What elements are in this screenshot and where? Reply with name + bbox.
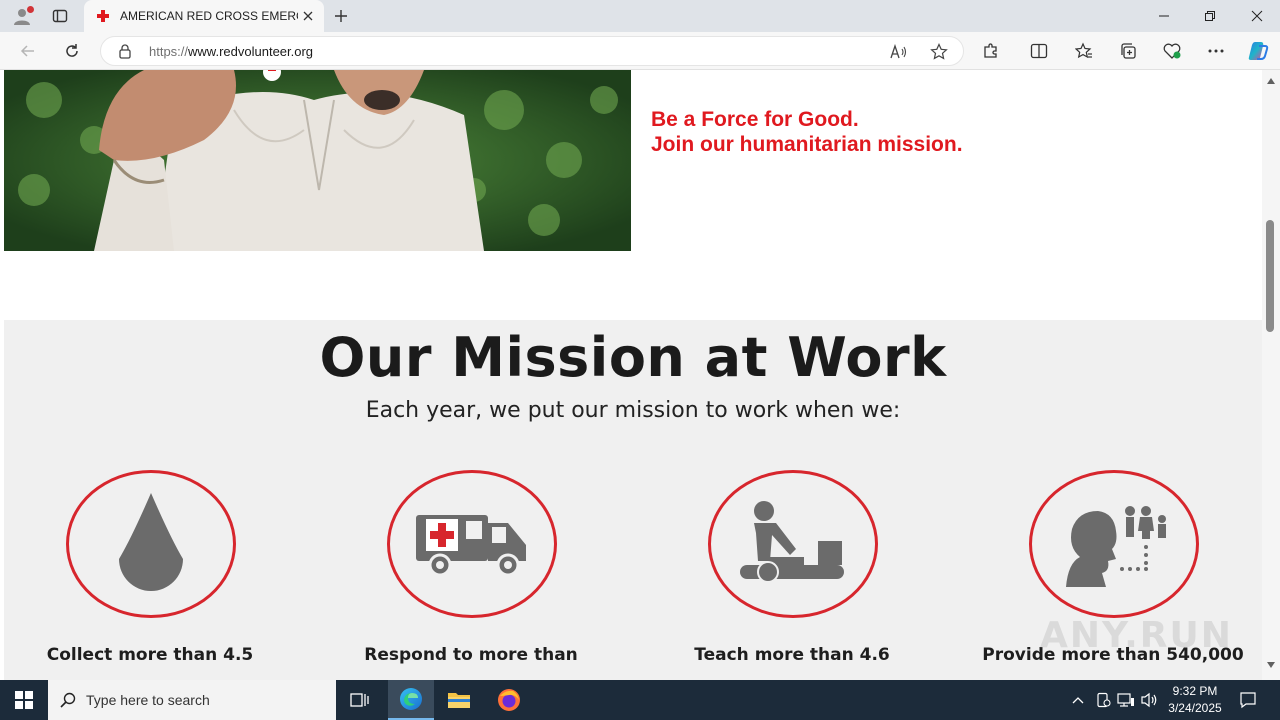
tab-actions-button[interactable]: [46, 4, 74, 28]
star-icon: [930, 43, 948, 60]
taskbar-clock[interactable]: 9:32 PM 3/24/2025: [1160, 683, 1230, 717]
triangle-down-icon: [1267, 662, 1275, 668]
mission-circle-cpr: [708, 470, 878, 618]
profile-notification-dot: [27, 6, 34, 13]
minimize-button[interactable]: [1141, 0, 1187, 32]
lock-icon: [119, 44, 131, 59]
tab-close-button[interactable]: [300, 8, 316, 24]
new-tab-button[interactable]: [330, 5, 352, 27]
address-bar[interactable]: https://www.redvolunteer.org: [100, 36, 964, 66]
restore-icon: [1205, 11, 1215, 21]
scroll-down-button[interactable]: [1264, 658, 1278, 672]
profile-button[interactable]: [8, 4, 36, 28]
mission-circle-blood: [66, 470, 236, 618]
cpr-icon: [740, 501, 844, 583]
collections-icon: [1121, 43, 1136, 59]
task-view-icon: [350, 693, 369, 707]
heart-pulse-icon: [1163, 43, 1181, 59]
taskbar-search[interactable]: Type here to search: [48, 680, 336, 720]
red-cross-favicon-icon: [97, 10, 109, 22]
mission-circle-services: [1029, 470, 1199, 618]
read-aloud-button[interactable]: [887, 40, 911, 64]
task-view-button[interactable]: [337, 680, 383, 720]
hero-tagline: Be a Force for Good. Join our humanitari…: [651, 107, 963, 157]
tab-title: AMERICAN RED CROSS EMERGENCY: [120, 9, 298, 23]
copilot-button[interactable]: [1244, 37, 1272, 65]
tab-strip: AMERICAN RED CROSS EMERGENCY: [0, 0, 1280, 32]
minimize-icon: [1159, 15, 1169, 17]
browser-toolbar: https://www.redvolunteer.org: [0, 32, 1280, 70]
taskbar-edge[interactable]: [388, 680, 434, 720]
mission-stat-cpr: Teach more than 4.6: [694, 645, 890, 665]
refresh-icon: [66, 44, 78, 57]
blood-drop-icon: [119, 493, 183, 591]
browser-essentials-button[interactable]: [1158, 37, 1186, 65]
collections-button[interactable]: [1114, 37, 1142, 65]
network-icon: [1117, 693, 1134, 707]
url-scheme: https://: [149, 44, 189, 59]
url-host: www.redvolunteer.org: [188, 44, 314, 59]
split-screen-button[interactable]: [1025, 37, 1053, 65]
family-services-icon: [1066, 506, 1166, 587]
hero-photo-illustration: [4, 70, 631, 251]
favorite-button[interactable]: [927, 40, 951, 64]
copilot-icon: [1248, 42, 1269, 60]
split-screen-icon: [1030, 43, 1048, 59]
search-icon: [60, 692, 76, 708]
ambulance-icon: [416, 515, 526, 577]
triangle-up-icon: [1267, 78, 1275, 84]
tray-volume-button[interactable]: [1140, 690, 1160, 710]
hero-photo: [4, 70, 631, 251]
scrollbar-thumb[interactable]: [1266, 220, 1274, 332]
clock-date: 3/24/2025: [1168, 701, 1222, 715]
page-viewport: Be a Force for Good. Join our humanitari…: [0, 70, 1280, 680]
folder-icon: [448, 693, 470, 708]
more-dots-icon: [1208, 49, 1224, 53]
read-aloud-icon: [890, 44, 907, 59]
taskbar: Type here to search 9:32 PM 3/24/2025: [0, 680, 1280, 720]
taskbar-file-explorer[interactable]: [436, 680, 482, 720]
tab-actions-icon: [52, 9, 68, 23]
back-button[interactable]: [14, 37, 42, 65]
start-button[interactable]: [0, 680, 48, 720]
refresh-button[interactable]: [58, 37, 86, 65]
mission-stat-ambulance: Respond to more than: [364, 645, 578, 665]
hero-line-1: Be a Force for Good.: [651, 108, 859, 131]
edge-icon: [400, 688, 422, 710]
tray-device-button[interactable]: [1093, 690, 1113, 710]
vertical-scrollbar[interactable]: [1262, 70, 1280, 680]
favorites-button[interactable]: [1070, 37, 1098, 65]
windows-logo-icon: [15, 691, 33, 709]
speaker-icon: [1141, 692, 1157, 708]
active-tab[interactable]: AMERICAN RED CROSS EMERGENCY: [84, 0, 324, 32]
firefox-icon: [498, 689, 520, 711]
settings-menu-button[interactable]: [1202, 37, 1230, 65]
device-icon: [1097, 692, 1111, 708]
show-hidden-icons-button[interactable]: [1068, 690, 1088, 710]
tray-network-button[interactable]: [1116, 690, 1136, 710]
mission-title: Our Mission at Work: [319, 326, 947, 389]
clock-time: 9:32 PM: [1172, 684, 1218, 698]
close-window-button[interactable]: [1234, 0, 1280, 32]
watermark: ANY.RUN: [1040, 615, 1233, 656]
mission-stat-blood: Collect more than 4.5: [46, 645, 254, 665]
taskbar-firefox[interactable]: [486, 680, 532, 720]
plus-icon: [335, 10, 347, 22]
search-placeholder: Type here to search: [86, 692, 210, 708]
restore-button[interactable]: [1187, 0, 1233, 32]
scroll-up-button[interactable]: [1264, 74, 1278, 88]
close-icon: [1251, 10, 1263, 22]
puzzle-icon: [984, 43, 997, 58]
chevron-up-icon: [1072, 697, 1084, 704]
extensions-button[interactable]: [977, 37, 1005, 65]
mission-subtitle: Each year, we put our mission to work wh…: [365, 398, 901, 423]
favorites-star-icon: [1075, 42, 1092, 59]
arrow-left-icon: [20, 45, 34, 57]
hero-line-2: Join our humanitarian mission.: [651, 133, 963, 156]
url-text[interactable]: https://www.redvolunteer.org: [149, 44, 313, 59]
close-icon: [303, 11, 313, 21]
notification-icon: [1240, 692, 1256, 709]
mission-circle-ambulance: [387, 470, 557, 618]
notification-center-button[interactable]: [1238, 690, 1258, 710]
